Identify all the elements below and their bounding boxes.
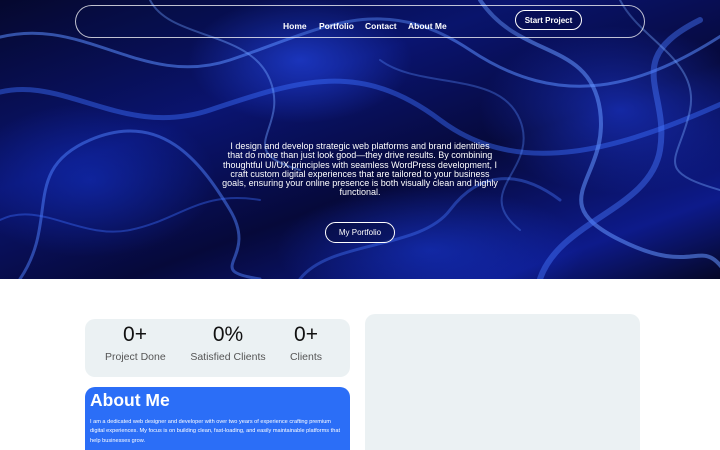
stat-label: Project Done [105, 351, 166, 363]
nav-link-about-me[interactable]: About Me [408, 21, 447, 31]
stat-value: 0% [212, 323, 244, 346]
stat-label: Clients [289, 351, 323, 363]
about-me-text: I am a dedicated web designer and develo… [90, 419, 340, 444]
about-me-heading: About Me [90, 390, 170, 410]
stats-card: 0+ Project Done 0% Satisfied Clients 0+ … [85, 319, 350, 377]
hero-section: Home Portfolio Contact About Me Start Pr… [0, 0, 720, 279]
nav-link-home[interactable]: Home [283, 21, 307, 31]
stat-projects-done: 0+ Project Done [105, 323, 166, 363]
stat-value: 0+ [123, 323, 147, 346]
start-project-button[interactable]: Start Project [515, 10, 582, 30]
nav-link-portfolio[interactable]: Portfolio [319, 21, 354, 31]
stat-satisfied-clients: 0% Satisfied Clients [183, 323, 273, 363]
stat-clients: 0+ Clients [284, 323, 328, 363]
stat-label: Satisfied Clients [190, 351, 266, 363]
about-me-card: About Me I am a dedicated web designer a… [85, 387, 350, 450]
my-portfolio-button[interactable]: My Portfolio [325, 222, 395, 243]
stat-value: 0+ [294, 323, 318, 346]
hero-description: I design and develop strategic web platf… [222, 141, 498, 198]
image-placeholder-panel [365, 314, 640, 450]
nav-link-contact[interactable]: Contact [365, 21, 397, 31]
